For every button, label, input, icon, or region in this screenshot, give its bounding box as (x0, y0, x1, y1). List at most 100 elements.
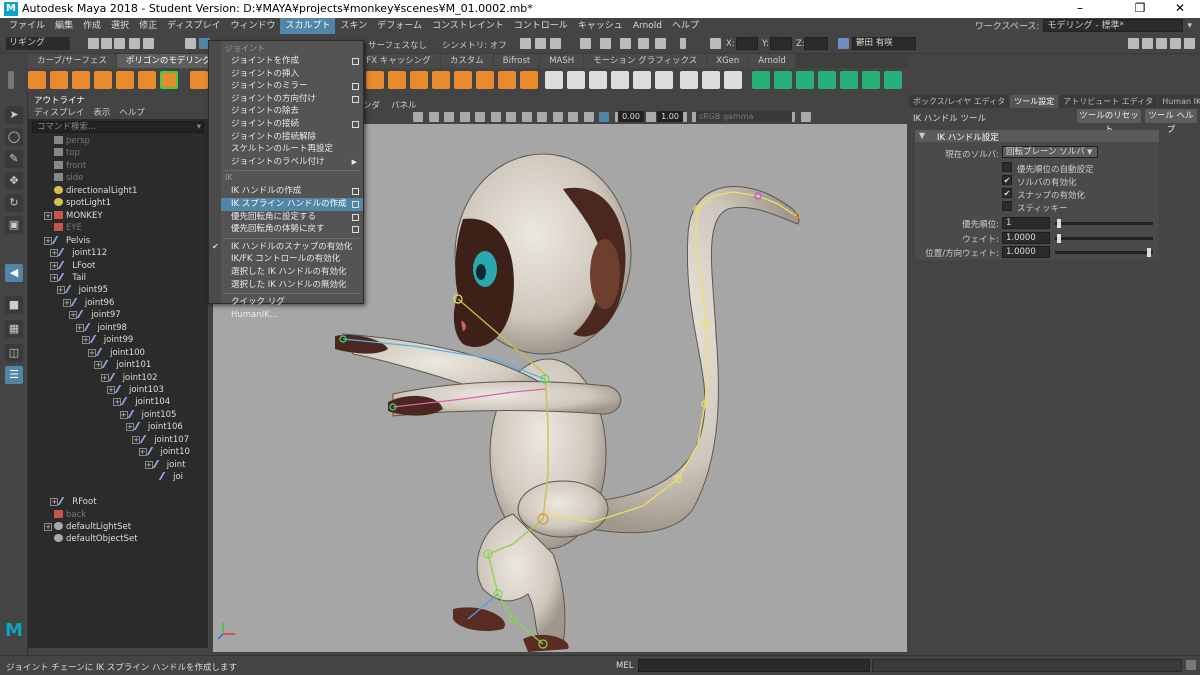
arnold-ipr-icon[interactable] (655, 38, 666, 49)
script-editor-icon[interactable] (1186, 660, 1196, 670)
extract-icon[interactable] (410, 71, 428, 89)
outliner-node[interactable]: directionalLight1 (44, 185, 137, 197)
menu-item-10[interactable]: コンストレイント (427, 18, 509, 34)
shelf-tab-6[interactable]: FX キャッシング (357, 54, 440, 68)
viewport-tool-icon[interactable] (521, 112, 532, 122)
character-controls-icon[interactable] (1142, 38, 1153, 49)
z-field[interactable] (804, 37, 828, 50)
paint-select-icon[interactable]: ✎ (5, 150, 23, 168)
expand-icon[interactable]: + (69, 311, 78, 320)
solver-dropdown[interactable]: 回転プレーン ソルバ (1002, 146, 1098, 158)
outliner-node[interactable]: + joint97 (69, 309, 121, 321)
right-tab-1[interactable]: ツール設定 (1010, 95, 1059, 108)
outliner-node[interactable]: + joint (144, 459, 185, 471)
poly-cylinder-icon[interactable] (72, 71, 90, 89)
channel-box-icon[interactable] (1184, 38, 1195, 49)
viewport-tool-icon[interactable] (490, 112, 501, 122)
option-box-icon[interactable] (352, 213, 359, 221)
symmetry-toggle[interactable]: シンメトリ: オフ (442, 39, 507, 51)
viewport-tool-icon[interactable] (645, 112, 656, 122)
ik-settings-section-header[interactable]: ▼ IK ハンドル設定 (915, 130, 1159, 143)
knife-icon[interactable] (724, 71, 742, 89)
checkbox[interactable]: ✔ (1002, 188, 1012, 198)
viewport-tool-icon[interactable] (800, 112, 811, 122)
smooth-icon[interactable] (454, 71, 472, 89)
select-mode-icon[interactable] (185, 38, 196, 49)
hypershade-icon[interactable] (600, 38, 611, 49)
workspace-dropdown[interactable]: モデリング - 標準* (1043, 19, 1184, 32)
outliner-node[interactable]: + joint101 (94, 359, 151, 371)
outliner-node[interactable]: + joint102 (100, 372, 158, 384)
value-slider[interactable] (1055, 222, 1153, 225)
poly-plane-icon[interactable] (138, 71, 156, 89)
color-space-selector[interactable]: sRGB gamma (696, 111, 792, 122)
select-tool-icon[interactable]: ➤ (5, 106, 23, 124)
slider-handle[interactable] (1056, 233, 1061, 243)
outliner-node[interactable]: + joint103 (107, 384, 164, 396)
lasso-tool-icon[interactable]: ◯ (5, 128, 23, 146)
automatic-map-icon[interactable] (633, 71, 651, 89)
menu-item-items4-1[interactable]: HumanIK... (221, 309, 363, 322)
user-account-selector[interactable]: 鬱田 有咲 (852, 37, 916, 50)
bridge-icon[interactable] (774, 71, 792, 89)
new-scene-icon[interactable] (88, 38, 99, 49)
menu-item-1[interactable]: 編集 (50, 18, 78, 34)
poly-disc-icon[interactable] (160, 71, 178, 89)
shelf-tab-0[interactable]: カーブ/サーフェス (28, 54, 116, 68)
option-box-icon[interactable] (352, 83, 359, 91)
render-sequence-icon[interactable] (535, 38, 546, 49)
outliner-node[interactable]: side (44, 172, 83, 184)
shelf-tab-7[interactable]: カスタム (440, 54, 493, 68)
numeric-field[interactable]: 1 (1002, 217, 1050, 229)
outliner-node[interactable]: + joint98 (75, 322, 127, 334)
extrude-icon[interactable] (752, 71, 770, 89)
right-tab-2[interactable]: アトリビュート エディタ (1059, 95, 1158, 108)
outliner-node[interactable]: + joint105 (119, 409, 176, 421)
menu-item-0[interactable]: ファイル (4, 18, 50, 34)
outliner-node[interactable]: spotLight1 (44, 197, 111, 209)
expand-icon[interactable]: + (113, 398, 122, 407)
mel-label[interactable]: MEL (616, 661, 633, 671)
merge-icon[interactable] (862, 71, 880, 89)
menu-item-items1-1[interactable]: ジョイントの挿入 (221, 68, 363, 81)
menu-item-12[interactable]: キャッシュ (573, 18, 628, 34)
rotate-tool-icon[interactable]: ↻ (5, 194, 23, 212)
slider-handle[interactable] (1147, 248, 1152, 257)
separate-icon[interactable] (388, 71, 406, 89)
outliner-node[interactable]: + joint10 (138, 446, 190, 458)
outliner-node[interactable]: defaultObjectSet (44, 533, 138, 545)
viewport-tool-icon[interactable] (568, 112, 578, 122)
expand-icon[interactable]: + (138, 448, 147, 457)
open-scene-icon[interactable] (101, 38, 112, 49)
outliner-node[interactable]: + joint104 (113, 396, 170, 408)
maximize-icon[interactable]: ❐ (1120, 1, 1160, 17)
outliner-node[interactable]: back (44, 509, 86, 521)
poly-torus-icon[interactable] (116, 71, 134, 89)
chevron-down-icon[interactable]: ▾ (1187, 21, 1192, 31)
option-box-icon[interactable] (352, 201, 359, 208)
viewport-tool-icon[interactable] (506, 112, 516, 122)
menu-item-items1-5[interactable]: ジョイントの接続 (221, 118, 363, 131)
expand-icon[interactable]: + (56, 286, 65, 295)
menu-item-items1-2[interactable]: ジョイントのミラー (221, 80, 363, 93)
option-box-icon[interactable] (352, 121, 359, 128)
single-view-icon[interactable]: ■ (5, 296, 23, 314)
close-icon[interactable]: ✕ (1160, 1, 1200, 17)
modeling-toolkit-icon[interactable] (1128, 38, 1139, 49)
menu-item-items1-8[interactable]: ジョイントのラベル付け ▶ (221, 156, 363, 169)
value-slider[interactable] (1055, 251, 1153, 254)
reduce-icon[interactable] (476, 71, 494, 89)
menu-item-items3-2[interactable]: 選択した IK ハンドルの有効化 (221, 266, 363, 279)
y-field[interactable] (770, 37, 792, 50)
value-slider[interactable] (1055, 236, 1153, 240)
viewport-tool-icon[interactable] (475, 112, 485, 122)
outliner-node[interactable]: + joint96 (62, 297, 114, 309)
menu-set-selector[interactable]: リギング (6, 37, 70, 50)
menu-item-items3-1[interactable]: IK/FK コントロールの有効化 (221, 253, 363, 266)
chevron-down-icon[interactable]: ▾ (197, 122, 201, 132)
option-box-icon[interactable] (352, 188, 359, 196)
menu-item-9[interactable]: デフォーム (372, 18, 427, 34)
outliner-node[interactable] (44, 484, 54, 496)
viewport-tool-icon[interactable] (413, 112, 423, 122)
pause-icon[interactable] (680, 38, 686, 49)
